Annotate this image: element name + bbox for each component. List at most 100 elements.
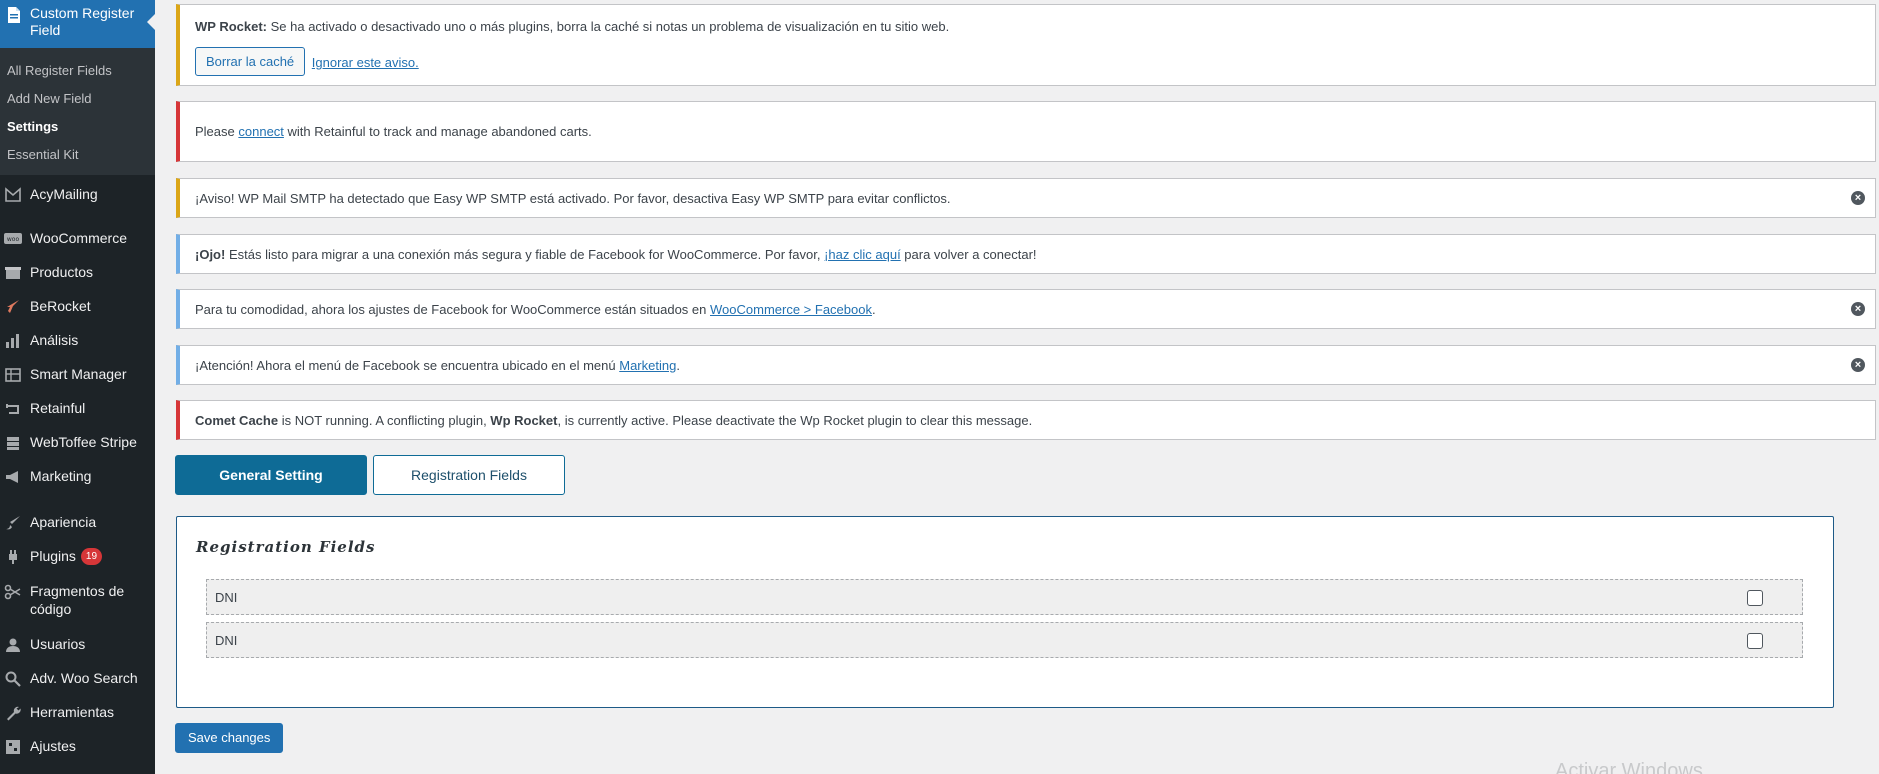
- field-checkbox[interactable]: [1747, 633, 1763, 649]
- box-icon: [4, 264, 22, 282]
- notice-strong: Comet Cache: [195, 413, 279, 428]
- megaphone-icon: [4, 468, 22, 486]
- submenu-add-new-field[interactable]: Add New Field: [0, 85, 155, 113]
- connect-link[interactable]: connect: [238, 124, 284, 139]
- sidebar-item-label: BeRocket: [30, 298, 91, 314]
- save-changes-button[interactable]: Save changes: [175, 723, 284, 753]
- notice-text-part: is NOT running. A conflicting plugin,: [278, 413, 491, 428]
- sidebar-item-label: Retainful: [30, 400, 86, 416]
- sidebar-item-label: Productos: [30, 264, 94, 280]
- woocommerce-icon: woo: [4, 230, 22, 248]
- tab-registration-fields[interactable]: Registration Fields: [373, 455, 565, 495]
- sidebar-item-ajustes[interactable]: Ajustes: [0, 737, 155, 755]
- submenu-essential-kit[interactable]: Essential Kit: [0, 141, 155, 169]
- sidebar-item-woocommerce[interactable]: woo WooCommerce: [0, 229, 155, 247]
- sidebar-item-berocket[interactable]: BeRocket: [0, 297, 155, 315]
- clear-cache-button[interactable]: Borrar la caché: [195, 47, 306, 76]
- dismiss-notice-link[interactable]: Ignorar este aviso.: [312, 55, 419, 70]
- sidebar-item-label: Usuarios: [30, 636, 86, 652]
- sidebar-item-label: Fragmentos de código: [30, 583, 125, 617]
- notice-facebook-migrate: ¡Ojo! Estás listo para migrar a una cone…: [176, 234, 1876, 274]
- notice-actions: Borrar la caché Ignorar este aviso.: [195, 47, 419, 76]
- sidebar-item-label: Custom Register Field: [30, 5, 135, 38]
- notice-text: Comet Cache is NOT running. A conflictin…: [195, 413, 1032, 428]
- notice-message: Se ha activado o desactivado uno o más p…: [267, 19, 950, 34]
- notice-text-part: .: [871, 302, 876, 317]
- field-row: DNI: [206, 579, 1803, 615]
- notice-text-part: .: [676, 358, 680, 373]
- sidebar-item-herramientas[interactable]: Herramientas: [0, 703, 155, 721]
- user-icon: [4, 636, 22, 654]
- notice-text-part: with Retainful to track and manage aband…: [283, 124, 592, 139]
- close-icon[interactable]: ×: [1851, 358, 1865, 372]
- field-name: DNI: [215, 590, 238, 605]
- stack-icon: [4, 434, 22, 452]
- brush-icon: [4, 514, 22, 532]
- submenu-all-register-fields[interactable]: All Register Fields: [0, 57, 155, 85]
- loop-icon: [4, 400, 22, 418]
- field-name: DNI: [215, 633, 238, 648]
- sidebar-item-label: AcyMailing: [30, 186, 98, 202]
- woocommerce-facebook-link[interactable]: WooCommerce > Facebook: [710, 302, 872, 317]
- sidebar-item-acymailing[interactable]: AcyMailing: [0, 185, 155, 203]
- notice-text-part: para volver a conectar!: [900, 247, 1037, 262]
- sidebar-item-productos[interactable]: Productos: [0, 263, 155, 281]
- sidebar-item-label: Marketing: [30, 468, 92, 484]
- scissors-icon: [4, 583, 22, 601]
- notice-text: ¡Atención! Ahora el menú de Facebook se …: [195, 358, 680, 373]
- notice-text: WP Rocket: Se ha activado o desactivado …: [195, 19, 949, 34]
- notice-text-part: Estás listo para migrar a una conexión m…: [225, 247, 825, 262]
- sidebar-item-label: Plugins: [30, 548, 76, 564]
- notice-text-part: , is currently active. Please deactivate…: [557, 413, 1033, 428]
- sidebar-item-label: Apariencia: [30, 514, 97, 530]
- reconnect-link[interactable]: ¡haz clic aquí: [824, 247, 901, 262]
- admin-sidebar: Custom Register Field All Register Field…: [0, 0, 155, 774]
- panel-title: Registration Fields: [196, 538, 376, 556]
- sidebar-item-apariencia[interactable]: Apariencia: [0, 513, 155, 531]
- close-icon[interactable]: ×: [1851, 191, 1865, 205]
- sidebar-item-smart-manager[interactable]: Smart Manager: [0, 365, 155, 383]
- sidebar-item-label: Herramientas: [30, 704, 115, 720]
- sidebar-item-label: WebToffee Stripe: [30, 434, 137, 450]
- sidebar-item-usuarios[interactable]: Usuarios: [0, 635, 155, 653]
- field-checkbox[interactable]: [1747, 590, 1763, 606]
- wrench-icon: [4, 704, 22, 722]
- marketing-link[interactable]: Marketing: [619, 358, 676, 373]
- sliders-icon: [4, 738, 22, 756]
- sidebar-item-label: Smart Manager: [30, 366, 127, 382]
- notice-text-part: Para tu comodidad, ahora los ajustes de …: [195, 302, 710, 317]
- notice-wp-rocket: WP Rocket: Se ha activado o desactivado …: [176, 4, 1876, 86]
- sidebar-item-fragmentos-de-codigo[interactable]: Fragmentos de código: [0, 582, 155, 618]
- sidebar-item-label: Adv. Woo Search: [30, 670, 138, 686]
- sidebar-item-retainful[interactable]: Retainful: [0, 399, 155, 417]
- sidebar-item-label: WooCommerce: [30, 230, 127, 246]
- sidebar-item-analisis[interactable]: Análisis: [0, 331, 155, 349]
- notice-text: Please connect with Retainful to track a…: [195, 124, 592, 139]
- page-icon: [5, 6, 23, 24]
- sidebar-item-plugins[interactable]: Plugins 19: [0, 547, 155, 565]
- search-icon: [4, 670, 22, 688]
- notice-facebook-settings: Para tu comodidad, ahora los ajustes de …: [176, 289, 1876, 329]
- activate-windows-watermark: Activar Windows: [1555, 760, 1703, 774]
- registration-fields-panel: Registration Fields DNI DNI: [176, 516, 1834, 708]
- grid-icon: [4, 366, 22, 384]
- bar-chart-icon: [4, 332, 22, 350]
- sidebar-item-webtoffee-stripe[interactable]: WebToffee Stripe: [0, 433, 155, 451]
- close-icon[interactable]: ×: [1851, 302, 1865, 316]
- notice-strong: Wp Rocket: [490, 413, 558, 428]
- sidebar-item-adv-woo-search[interactable]: Adv. Woo Search: [0, 669, 155, 687]
- submenu-settings[interactable]: Settings: [0, 113, 155, 141]
- field-row: DNI: [206, 622, 1803, 658]
- sidebar-item-label: Ajustes: [30, 738, 76, 754]
- notice-comet-cache: Comet Cache is NOT running. A conflictin…: [176, 400, 1876, 440]
- tab-general-setting[interactable]: General Setting: [175, 455, 367, 495]
- acymailing-icon: [4, 186, 22, 204]
- svg-text:woo: woo: [7, 236, 20, 243]
- notice-text: ¡Ojo! Estás listo para migrar a una cone…: [195, 247, 1037, 262]
- sidebar-item-custom-register-field[interactable]: Custom Register Field: [0, 0, 155, 48]
- sidebar-submenu: All Register Fields Add New Field Settin…: [0, 48, 155, 175]
- sidebar-item-marketing[interactable]: Marketing: [0, 467, 155, 485]
- plugins-update-count-badge: 19: [80, 548, 103, 565]
- notice-wp-mail-smtp: ¡Aviso! WP Mail SMTP ha detectado que Ea…: [176, 178, 1876, 218]
- notice-strong: ¡Ojo!: [195, 247, 226, 262]
